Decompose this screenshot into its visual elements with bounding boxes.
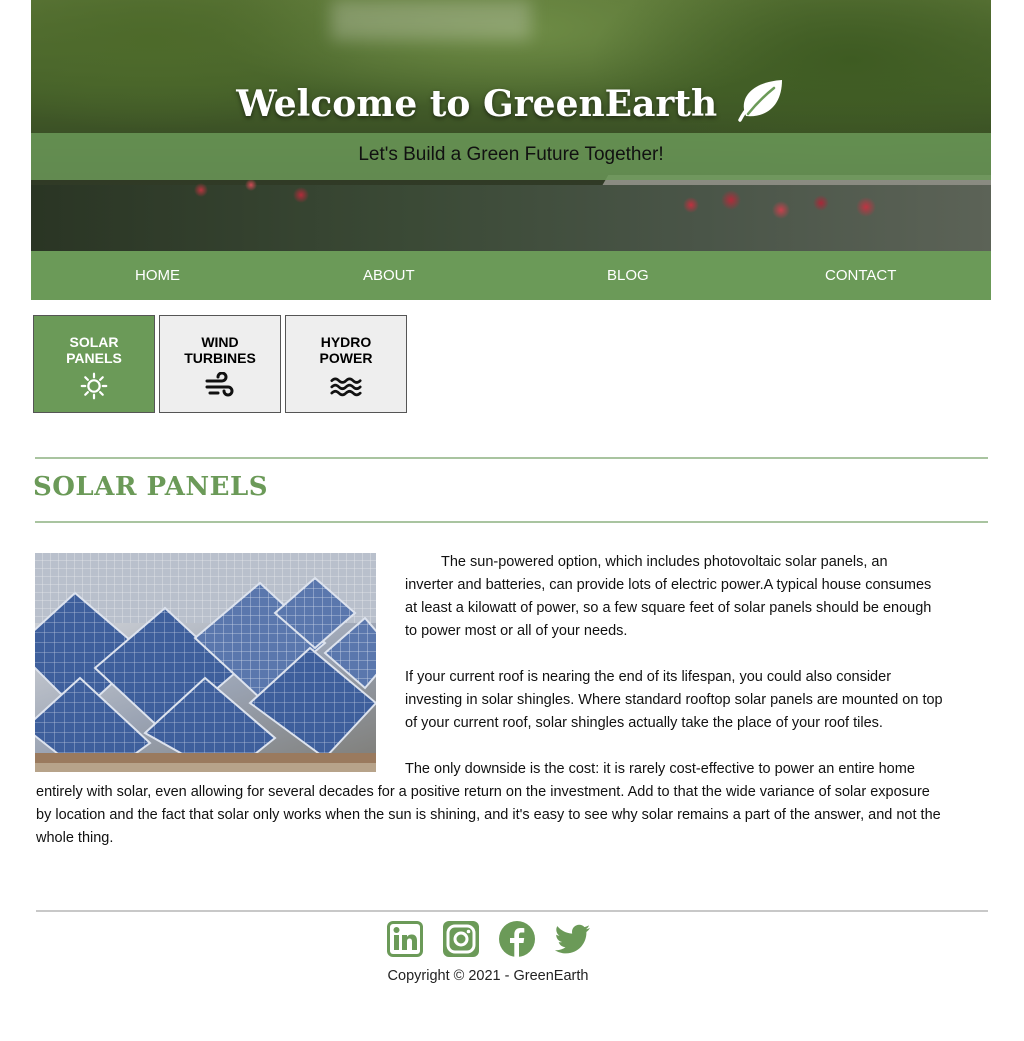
facebook-icon[interactable] [498,920,536,958]
hero-subtitle-band: Let's Build a Green Future Together! [31,133,991,180]
nav-item-blog[interactable]: BLOG [607,267,649,284]
hero-sky [331,0,531,40]
main-nav: HOME ABOUT BLOG CONTACT [31,251,991,300]
nav-item-contact[interactable]: CONTACT [825,267,896,284]
wind-icon [205,372,234,397]
tab-label-line2: PANELS [66,350,122,366]
solar-panels-illustration [35,553,376,772]
hero-banner: Welcome to GreenEarth Let's Build a Gree… [31,0,991,251]
linkedin-icon[interactable] [386,920,424,958]
tab-solar-panels[interactable]: SOLAR PANELS [33,315,155,413]
tab-label-line2: TURBINES [184,350,256,366]
hero-title: Welcome to GreenEarth [31,78,991,125]
copyright-text: Copyright © 2021 - GreenEarth [387,968,589,984]
paragraph-2: If your current roof is nearing the end … [405,669,943,731]
paragraph-3: The only downside is the cost: it is rar… [36,761,941,846]
footer-rule [36,910,988,912]
twitter-icon[interactable] [554,920,592,958]
tab-wind-turbines[interactable]: WIND TURBINES [159,315,281,413]
section-title: SOLAR PANELS [33,472,269,502]
tab-label-line1: HYDRO [320,334,372,350]
solar-panels-photo [35,553,376,772]
social-links [386,920,592,958]
leaf-icon [737,80,782,122]
hero-subtitle: Let's Build a Green Future Together! [358,144,664,165]
tab-hydro-power[interactable]: HYDRO POWER [285,315,407,413]
tab-label-line2: POWER [319,350,373,366]
nav-item-about[interactable]: ABOUT [363,267,415,284]
nav-item-home[interactable]: HOME [135,267,180,284]
instagram-icon[interactable] [442,920,480,958]
energy-tabs: SOLAR PANELS WIND TURBINES HYDRO POWER [33,315,407,413]
paragraph-1: The sun-powered option, which includes p… [405,554,932,639]
hero-flowers [671,185,891,225]
tab-label-line1: WIND [201,334,239,350]
sun-icon [80,372,108,400]
section-rule-top [35,457,988,459]
water-icon [330,377,362,397]
tab-label-line1: SOLAR [69,334,119,350]
section-rule-bottom [35,521,988,523]
hero-title-text: Welcome to GreenEarth [236,83,718,125]
